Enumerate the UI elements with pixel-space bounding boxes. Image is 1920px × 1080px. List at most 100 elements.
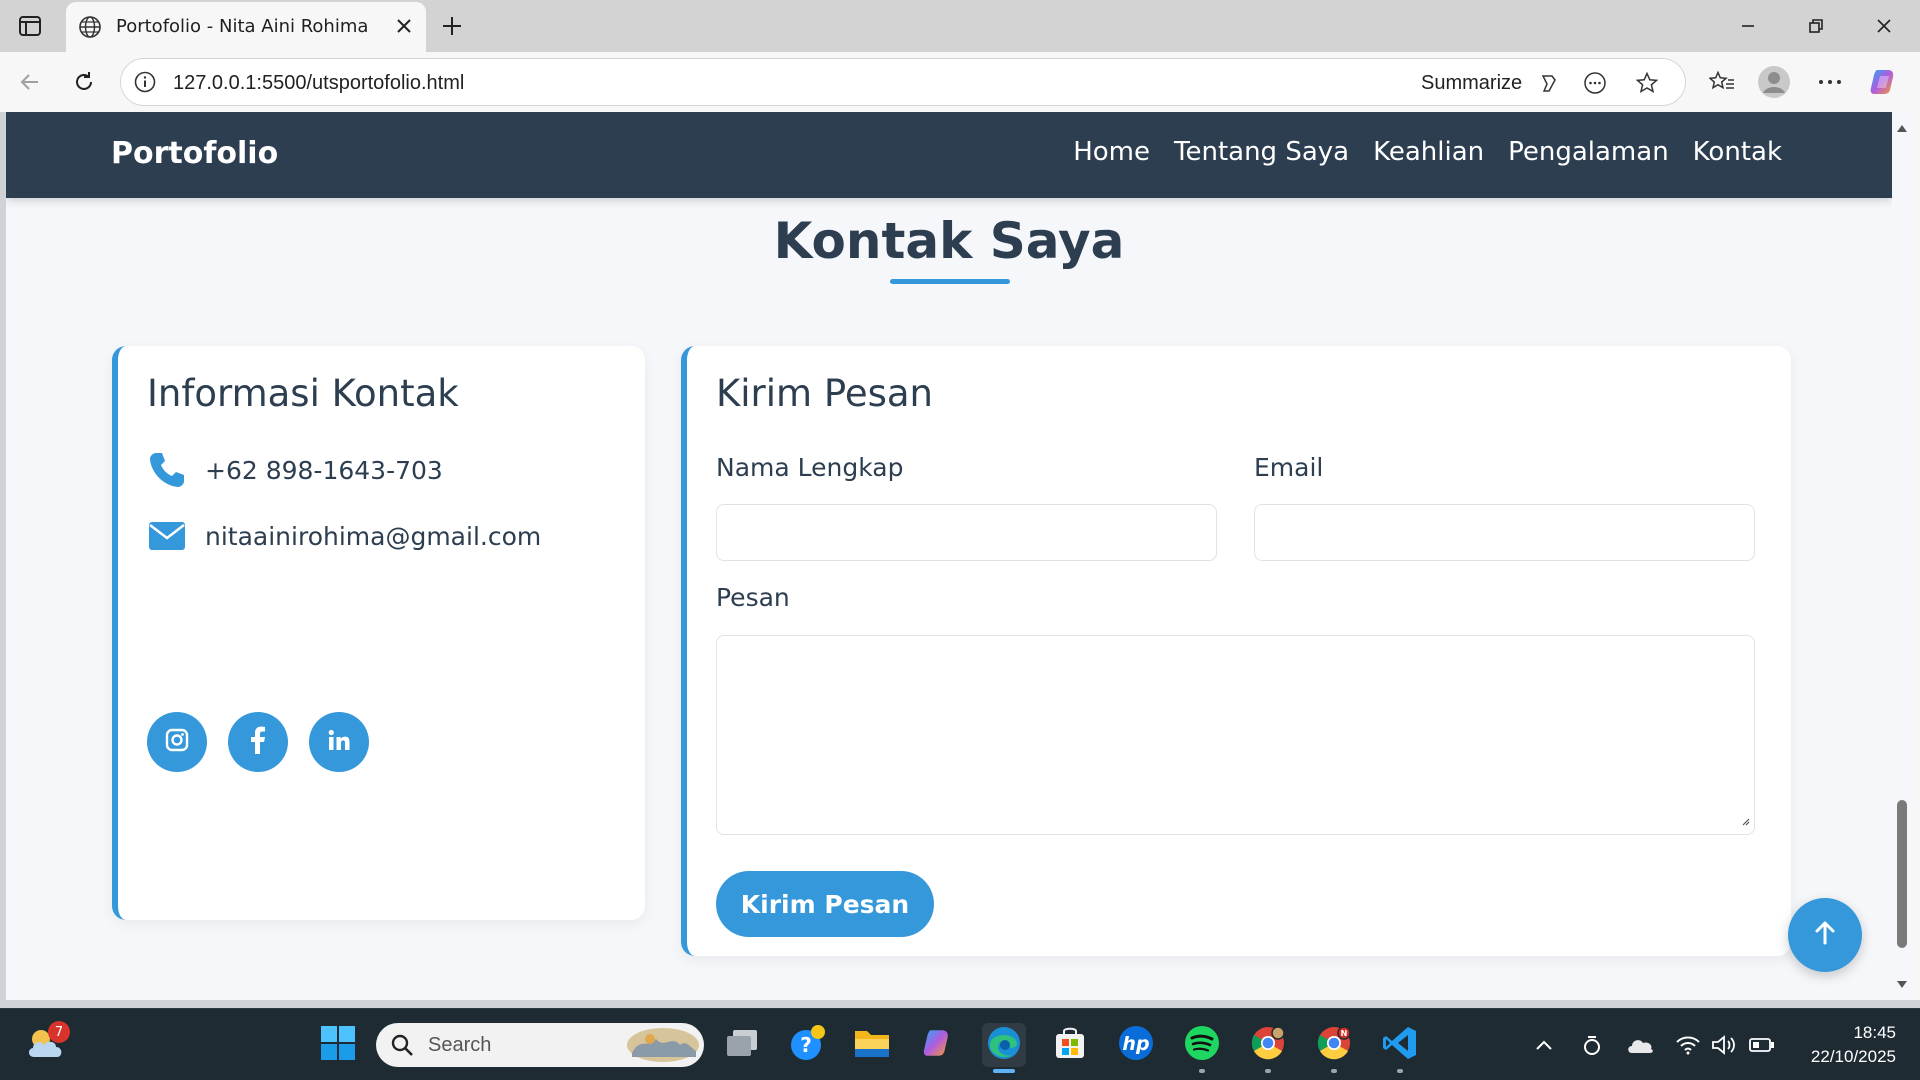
linkedin-icon <box>327 728 351 756</box>
page-viewport: Portofolio Home Tentang Saya Keahlian Pe… <box>6 112 1892 1000</box>
address-bar[interactable]: 127.0.0.1:5500/utsportofolio.html Summar… <box>120 58 1686 106</box>
site-nav-links: Home Tentang Saya Keahlian Pengalaman Ko… <box>1073 137 1782 167</box>
new-tab-icon[interactable] <box>436 10 468 42</box>
store-icon <box>1053 1026 1087 1064</box>
close-tab-icon[interactable] <box>392 14 416 38</box>
onedrive-cloud-icon[interactable] <box>1626 1031 1654 1059</box>
search-icon <box>390 1033 414 1057</box>
task-view-icon <box>725 1028 759 1062</box>
running-app-indicator <box>1331 1069 1337 1073</box>
instagram-button[interactable] <box>147 712 207 772</box>
edge-browser-button[interactable] <box>982 1023 1026 1073</box>
nav-link-keahlian[interactable]: Keahlian <box>1373 137 1484 167</box>
chrome-profile-2-button[interactable]: N <box>1312 1023 1356 1073</box>
svg-text:N: N <box>1341 1029 1348 1038</box>
summarize-button[interactable]: Summarize <box>1421 72 1522 95</box>
search-highlight-image-icon <box>626 1027 700 1067</box>
tray-overflow-chevron-icon[interactable] <box>1530 1031 1558 1059</box>
vscode-icon <box>1382 1025 1418 1065</box>
folder-icon <box>853 1027 891 1063</box>
profile-avatar-icon[interactable] <box>1756 64 1792 100</box>
nav-link-tentang-saya[interactable]: Tentang Saya <box>1174 137 1349 167</box>
sidebar-toggle-icon[interactable] <box>16 12 44 40</box>
restore-icon[interactable] <box>1796 10 1836 42</box>
volume-icon[interactable] <box>1710 1031 1738 1059</box>
section-title: Kontak Saya <box>773 212 1125 270</box>
nav-link-home[interactable]: Home <box>1073 137 1150 167</box>
clock-time: 18:45 <box>1853 1023 1896 1042</box>
refresh-icon[interactable] <box>66 64 102 100</box>
clock-date: 22/10/2025 <box>1810 1047 1896 1066</box>
arrow-up-icon <box>1812 920 1838 950</box>
help-app-button[interactable]: ? <box>786 1023 830 1067</box>
help-question-icon: ? <box>789 1024 827 1066</box>
contact-email-text: nitaainirohima@gmail.com <box>205 521 542 551</box>
settings-more-icon[interactable] <box>1812 64 1848 100</box>
copilot-icon[interactable] <box>1866 64 1902 100</box>
running-app-indicator <box>1199 1069 1205 1073</box>
name-input[interactable] <box>716 504 1217 561</box>
submit-message-button[interactable]: Kirim Pesan <box>716 871 934 937</box>
contact-info-card: Informasi Kontak +62 898-1643-703 nitaai… <box>112 346 645 920</box>
copilot-app-button[interactable] <box>916 1023 960 1067</box>
site-brand[interactable]: Portofolio <box>111 136 278 171</box>
more-options-circle-icon[interactable] <box>1581 69 1609 97</box>
close-window-icon[interactable] <box>1864 10 1904 42</box>
back-arrow-icon[interactable] <box>12 64 48 100</box>
copilot-summarize-icon[interactable] <box>1535 69 1563 97</box>
spotify-button[interactable] <box>1180 1023 1224 1073</box>
microsoft-store-button[interactable] <box>1048 1023 1092 1067</box>
browser-tab-active[interactable]: Portofolio - Nita Aini Rohima <box>66 2 426 52</box>
windows-logo-icon <box>320 1025 356 1065</box>
windows-taskbar: 7 Search ? hp N 18:45 22/10/2025 <box>0 1008 1920 1080</box>
message-textarea[interactable] <box>716 635 1755 835</box>
battery-icon[interactable] <box>1748 1031 1776 1059</box>
chrome-icon: N <box>1316 1025 1352 1065</box>
chrome-icon <box>1250 1025 1286 1065</box>
nav-link-kontak[interactable]: Kontak <box>1693 137 1782 167</box>
task-view-button[interactable] <box>720 1023 764 1067</box>
vscode-button[interactable] <box>1378 1023 1422 1073</box>
url-text[interactable]: 127.0.0.1:5500/utsportofolio.html <box>173 72 464 95</box>
hp-app-button[interactable]: hp <box>1114 1023 1158 1067</box>
chrome-profile-1-button[interactable] <box>1246 1023 1290 1073</box>
scrollbar-thumb[interactable] <box>1897 800 1907 948</box>
search-placeholder: Search <box>428 1033 492 1056</box>
hp-logo-icon: hp <box>1118 1025 1154 1065</box>
site-navbar: Portofolio Home Tentang Saya Keahlian Pe… <box>6 112 1892 198</box>
favorites-icon[interactable] <box>1704 64 1740 100</box>
taskbar-search[interactable]: Search <box>376 1023 704 1067</box>
name-label: Nama Lengkap <box>716 453 904 482</box>
start-button[interactable] <box>316 1023 360 1067</box>
favorite-star-icon[interactable] <box>1633 69 1661 97</box>
form-heading: Kirim Pesan <box>716 372 933 415</box>
running-app-indicator <box>1397 1069 1403 1073</box>
page-scrollbar[interactable] <box>1892 112 1912 1000</box>
site-info-icon[interactable] <box>133 70 157 98</box>
email-label: Email <box>1254 453 1324 482</box>
browser-tab-bar: Portofolio - Nita Aini Rohima <box>0 0 1920 52</box>
system-clock[interactable]: 18:45 22/10/2025 <box>1796 1021 1896 1069</box>
linkedin-button[interactable] <box>309 712 369 772</box>
file-explorer-button[interactable] <box>850 1023 894 1067</box>
scroll-up-arrow-icon[interactable] <box>1896 118 1908 137</box>
minimize-icon[interactable] <box>1728 10 1768 42</box>
email-input[interactable] <box>1254 504 1755 561</box>
back-to-top-button[interactable] <box>1788 898 1862 972</box>
contact-info-heading: Informasi Kontak <box>147 372 459 415</box>
nav-link-pengalaman[interactable]: Pengalaman <box>1508 137 1669 167</box>
phone-icon <box>147 450 187 490</box>
scroll-down-arrow-icon[interactable] <box>1896 975 1908 994</box>
facebook-button[interactable] <box>228 712 288 772</box>
globe-icon <box>78 15 102 43</box>
running-app-indicator <box>1265 1069 1271 1073</box>
window-edge <box>1912 112 1920 1000</box>
social-links <box>147 712 369 772</box>
tray-app-icon[interactable] <box>1578 1031 1606 1059</box>
contact-email-row: nitaainirohima@gmail.com <box>147 516 541 556</box>
contact-phone-text: +62 898-1643-703 <box>205 455 443 485</box>
instagram-icon <box>165 728 189 756</box>
wifi-icon[interactable] <box>1674 1031 1702 1059</box>
resize-handle-icon[interactable] <box>1740 811 1750 830</box>
svg-text:?: ? <box>800 1033 812 1057</box>
